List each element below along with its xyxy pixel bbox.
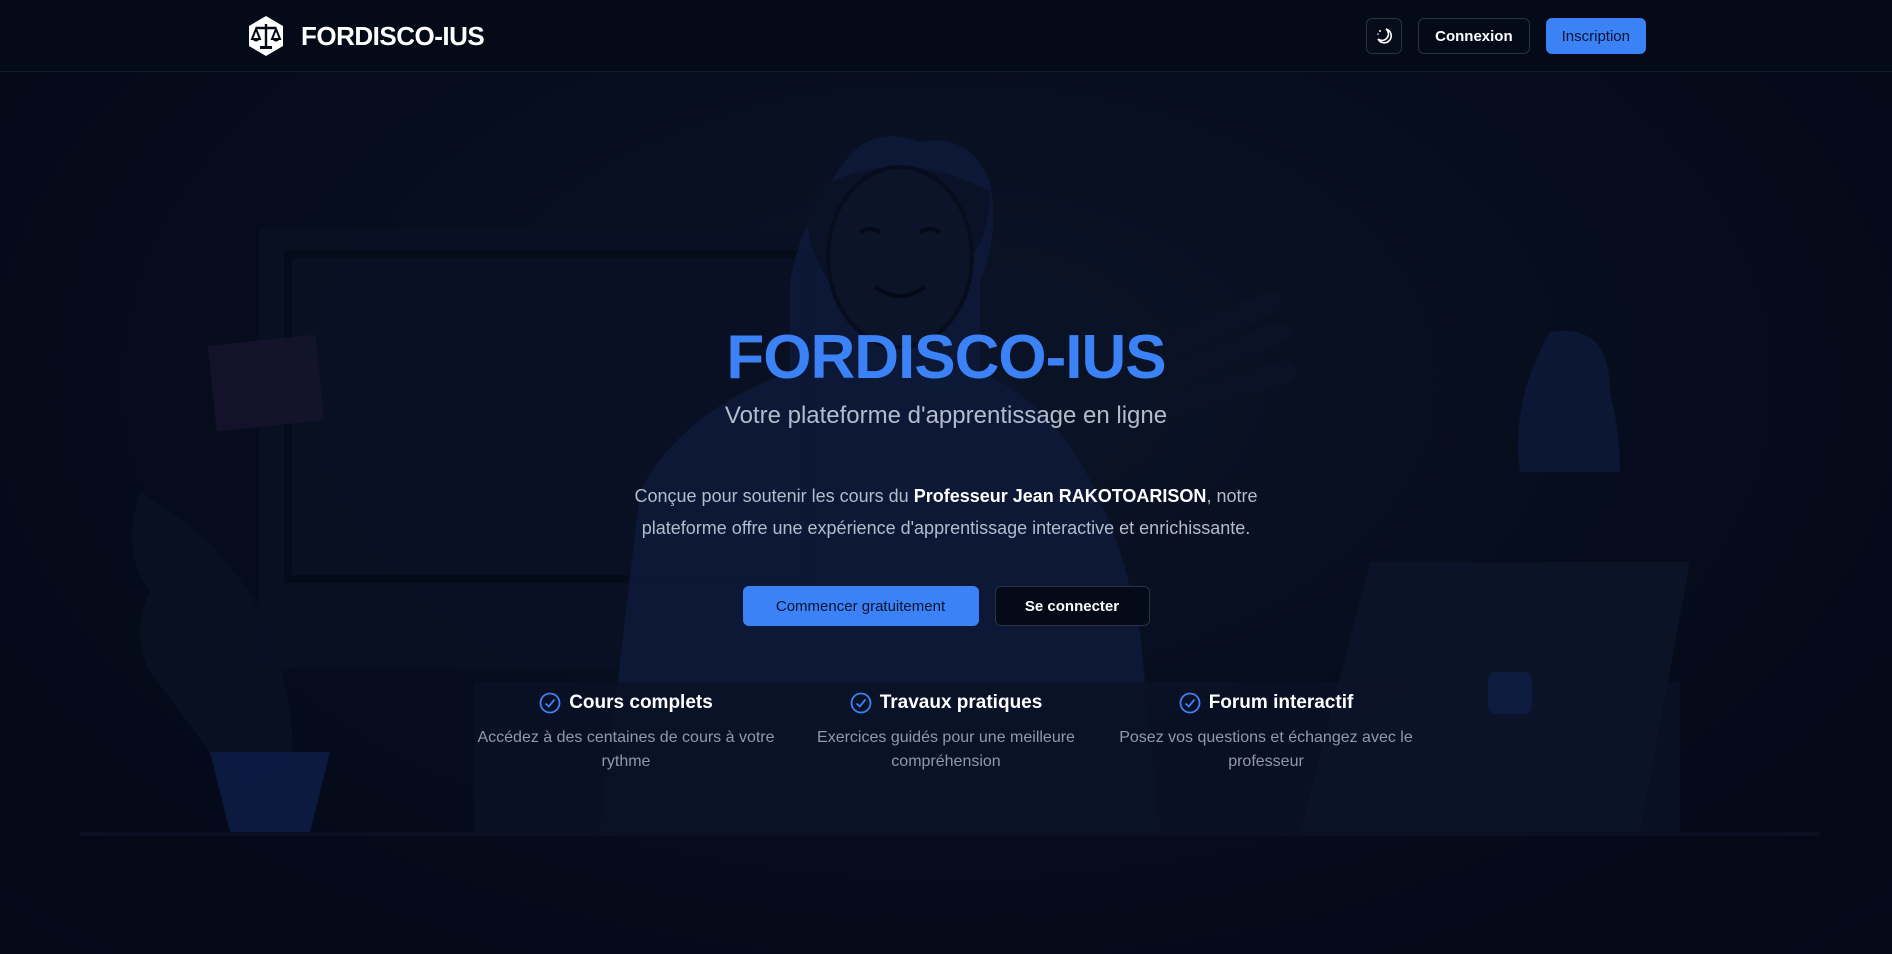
feature-head: Forum interactif (1117, 692, 1415, 714)
check-circle-icon (1179, 692, 1201, 714)
professor-name: Professeur Jean RAKOTOARISON (913, 486, 1207, 506)
feature-text: Accédez à des centaines de cours à votre… (477, 729, 775, 770)
features-list: Cours complets Accédez à des centaines d… (0, 692, 1892, 774)
moon-icon (1377, 28, 1393, 44)
feature-item: Forum interactif Posez vos questions et … (1117, 692, 1415, 774)
brand[interactable]: FORDISCO-IUS (245, 15, 485, 57)
feature-text: Exercices guidés pour une meilleure comp… (817, 729, 1075, 770)
feature-text: Posez vos questions et échangez avec le … (1119, 729, 1413, 770)
login-button[interactable]: Connexion (1418, 18, 1530, 54)
feature-title: Forum interactif (1208, 692, 1354, 713)
landing-page: FORDISCO-IUS Connexion Inscription FORDI… (0, 0, 1892, 954)
hero-description-start: Conçue pour soutenir les cours du (634, 486, 914, 506)
hero-title: FORDISCO-IUS (726, 323, 1166, 392)
check-circle-icon (539, 692, 561, 714)
feature-head: Cours complets (477, 692, 775, 714)
feature-head: Travaux pratiques (797, 692, 1095, 714)
top-navbar: FORDISCO-IUS Connexion Inscription (0, 0, 1892, 72)
signup-button[interactable]: Inscription (1545, 18, 1646, 54)
hero-actions: Commencer gratuitement Se connecter (0, 586, 1892, 626)
feature-title: Travaux pratiques (879, 692, 1043, 713)
check-circle-icon (850, 692, 872, 714)
feature-item: Travaux pratiques Exercices guidés pour … (797, 692, 1095, 774)
feature-item: Cours complets Accédez à des centaines d… (477, 692, 775, 774)
scales-of-justice-icon (249, 16, 283, 56)
brand-name: FORDISCO-IUS (301, 20, 485, 51)
feature-title: Cours complets (569, 692, 713, 713)
nav-actions: Connexion Inscription (1366, 18, 1646, 54)
theme-toggle-button[interactable] (1366, 18, 1403, 54)
sign-in-button[interactable]: Se connecter (994, 586, 1150, 626)
hero-subtitle: Votre plateforme d'apprentissage en lign… (724, 402, 1168, 429)
hero-description: Conçue pour soutenir les cours du Profes… (596, 480, 1296, 544)
start-free-button[interactable]: Commencer gratuitement (742, 586, 979, 626)
